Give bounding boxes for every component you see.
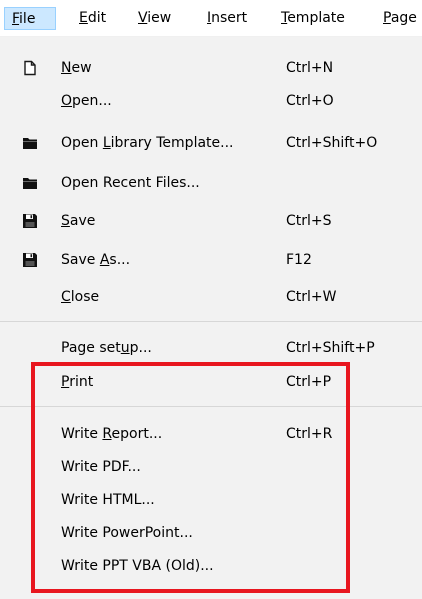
menu-item-page-setup[interactable]: Page setup... Ctrl+Shift+P xyxy=(0,332,422,365)
menu-item-open-label: Open... xyxy=(61,93,112,109)
menu-item-write-powerpoint[interactable]: Write PowerPoint... xyxy=(0,517,422,550)
menu-item-new-label: New xyxy=(61,60,92,76)
menu-item-close-label: Close xyxy=(61,289,100,305)
menu-file[interactable]: File xyxy=(4,7,56,30)
menu-item-save-shortcut: Ctrl+S xyxy=(286,213,332,229)
menu-item-page-setup-label: Page setup... xyxy=(61,340,152,356)
menu-insert[interactable]: Insert xyxy=(207,7,247,30)
menu-item-write-html[interactable]: Write HTML... xyxy=(0,484,422,517)
menu-item-open-recent-files[interactable]: Open Recent Files... xyxy=(0,167,422,200)
menu-item-write-ppt-vba-old[interactable]: Write PPT VBA (Old)... xyxy=(0,550,422,583)
menu-edit-label-post: dit xyxy=(87,10,107,26)
menu-item-write-ppt-vba-old-label: Write PPT VBA (Old)... xyxy=(61,558,214,574)
menu-separator xyxy=(0,321,422,322)
menu-item-save-as[interactable]: Save As... F12 xyxy=(0,244,422,277)
menu-edit[interactable]: Edit xyxy=(79,7,106,30)
folder-icon xyxy=(23,138,37,149)
menu-item-write-pdf[interactable]: Write PDF... xyxy=(0,451,422,484)
menu-view-label-key: V xyxy=(138,10,148,26)
menu-item-open-library-template[interactable]: Open Library Template... Ctrl+Shift+O xyxy=(0,127,422,160)
menu-item-close-shortcut: Ctrl+W xyxy=(286,289,337,305)
menu-item-write-report[interactable]: Write Report... Ctrl+R xyxy=(0,418,422,451)
menu-item-close[interactable]: Close Ctrl+W xyxy=(0,281,422,314)
menu-template[interactable]: Template xyxy=(281,7,345,30)
menu-item-save-label: Save xyxy=(61,213,96,229)
menu-item-write-pdf-label: Write PDF... xyxy=(61,459,141,475)
menu-item-write-report-shortcut: Ctrl+R xyxy=(286,426,333,442)
menu-item-save[interactable]: Save Ctrl+S xyxy=(0,205,422,238)
menu-item-open[interactable]: Open... Ctrl+O xyxy=(0,85,422,118)
menu-item-new-shortcut: Ctrl+N xyxy=(286,60,334,76)
menu-item-save-as-shortcut: F12 xyxy=(286,252,312,268)
menu-file-label-post: ile xyxy=(19,11,36,27)
menu-item-write-html-label: Write HTML... xyxy=(61,492,155,508)
file-menu-dropdown: New Ctrl+N Open... Ctrl+O Open Library T… xyxy=(0,37,422,599)
menu-item-print-shortcut: Ctrl+P xyxy=(286,374,332,390)
floppy-disk-icon xyxy=(23,214,37,228)
menu-page[interactable]: Page xyxy=(383,7,417,30)
menu-separator xyxy=(0,406,422,407)
floppy-disk-icon xyxy=(23,253,37,267)
menu-page-label-key: P xyxy=(383,10,391,26)
menu-view-label-post: iew xyxy=(147,10,172,26)
menu-item-print-label: Print xyxy=(61,374,94,390)
menu-edit-label-key: E xyxy=(79,10,88,26)
menu-item-open-library-template-label: Open Library Template... xyxy=(61,135,234,151)
menu-item-write-report-label: Write Report... xyxy=(61,426,163,442)
menu-bar: File Edit View Insert Template Page xyxy=(0,0,422,37)
menu-item-save-as-label: Save As... xyxy=(61,252,131,268)
menu-item-open-library-template-shortcut: Ctrl+Shift+O xyxy=(286,135,378,151)
menu-insert-label-post: nsert xyxy=(211,10,248,26)
menu-page-label-post: age xyxy=(390,10,417,26)
menu-item-print[interactable]: Print Ctrl+P xyxy=(0,366,422,399)
menu-file-label-key: F xyxy=(12,11,20,27)
menu-item-new[interactable]: New Ctrl+N xyxy=(0,52,422,85)
menu-item-page-setup-shortcut: Ctrl+Shift+P xyxy=(286,340,375,356)
menu-item-write-powerpoint-label: Write PowerPoint... xyxy=(61,525,193,541)
menu-item-open-shortcut: Ctrl+O xyxy=(286,93,334,109)
folder-icon xyxy=(23,178,37,189)
blank-document-icon xyxy=(24,60,36,76)
menu-view[interactable]: View xyxy=(138,7,171,30)
menu-template-label-post: emplate xyxy=(287,10,345,26)
menu-item-open-recent-files-label: Open Recent Files... xyxy=(61,175,200,191)
